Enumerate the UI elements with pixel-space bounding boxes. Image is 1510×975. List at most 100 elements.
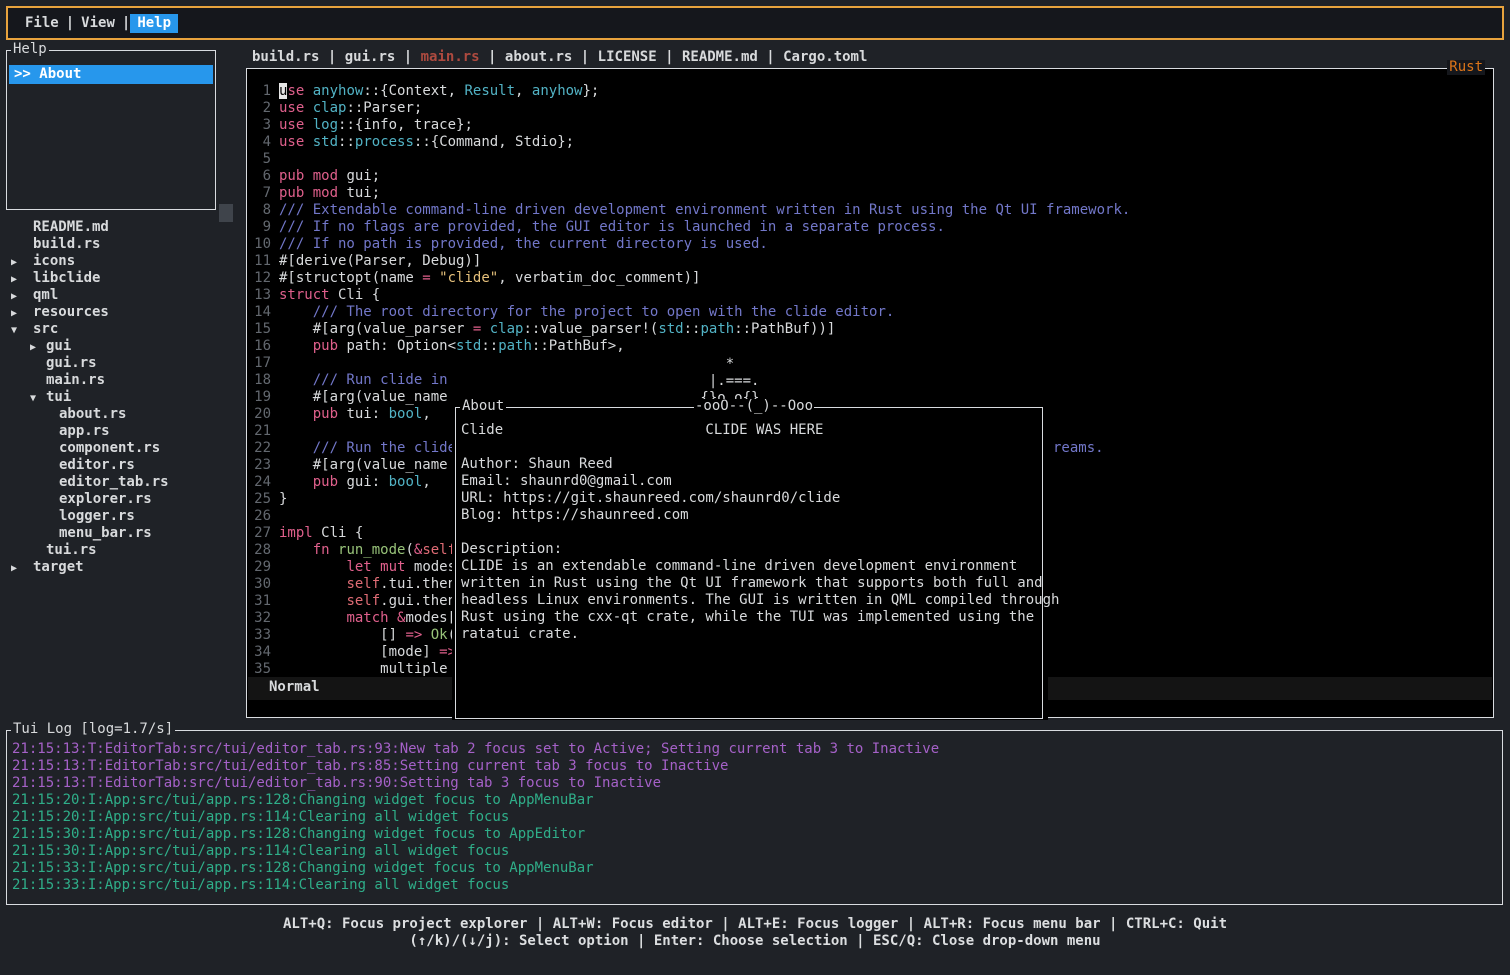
tree-item-src[interactable]: ▼src xyxy=(0,321,240,338)
tree-item-component-rs[interactable]: component.rs xyxy=(0,440,240,457)
tab-main-rs[interactable]: main.rs xyxy=(421,49,480,65)
tab-about-rs[interactable]: about.rs xyxy=(505,49,572,65)
tree-item-label: gui xyxy=(46,338,71,355)
log-entry: 21:15:30:I:App:src/tui/app.rs:128:Changi… xyxy=(12,826,1492,843)
log-entry: 21:15:13:T:EditorTab:src/tui/editor_tab.… xyxy=(12,741,1492,758)
code-line: 16 pub path: Option<std::path::PathBuf>, xyxy=(247,338,1493,355)
tree-item-main-rs[interactable]: main.rs xyxy=(0,372,240,389)
explorer-scrollbar-thumb[interactable] xyxy=(219,204,233,222)
about-dialog-content: Clide CLIDE WAS HEREAuthor: Shaun ReedEm… xyxy=(461,422,1037,643)
tree-item-label: component.rs xyxy=(59,440,160,457)
line-number: 20 xyxy=(251,406,271,423)
help-menu-item-about[interactable]: >> About xyxy=(9,65,213,84)
log-entry: 21:15:13:T:EditorTab:src/tui/editor_tab.… xyxy=(12,775,1492,792)
about-dialog-box: About -ooO--(_)--Ooo Clide CLIDE WAS HER… xyxy=(455,407,1043,719)
ascii-border-art: -ooO--(_)--Ooo xyxy=(694,399,814,414)
chevron-right-icon[interactable]: ▶ xyxy=(11,560,17,577)
tree-item-explorer-rs[interactable]: explorer.rs xyxy=(0,491,240,508)
chevron-down-icon[interactable]: ▼ xyxy=(30,390,36,407)
tab-license[interactable]: LICENSE xyxy=(598,49,657,65)
project-explorer[interactable]: README.mdbuild.rs▶icons▶libclide▶qml▶res… xyxy=(0,219,240,719)
code-line: 7pub mod tui; xyxy=(247,185,1493,202)
about-text-line: ratatui crate. xyxy=(461,626,1037,643)
line-number: 32 xyxy=(251,610,271,627)
code-line: 2use clap::Parser; xyxy=(247,100,1493,117)
code-line: 11#[derive(Parser, Debug)] xyxy=(247,253,1493,270)
tab-separator: | xyxy=(319,49,344,65)
chevron-right-icon[interactable]: ▶ xyxy=(30,339,36,356)
menu-separator: | xyxy=(122,15,130,32)
tree-item-logger-rs[interactable]: logger.rs xyxy=(0,508,240,525)
editor-mode: Normal xyxy=(269,679,320,695)
menu-bar-items: File | View | Help xyxy=(18,14,178,33)
menu-separator: | xyxy=(66,15,74,32)
tree-item-build-rs[interactable]: build.rs xyxy=(0,236,240,253)
code-line: 14 /// The root directory for the projec… xyxy=(247,304,1493,321)
code-line: 12#[structopt(name = "clide", verbatim_d… xyxy=(247,270,1493,287)
line-number: 5 xyxy=(251,151,271,168)
tab-readme-md[interactable]: README.md xyxy=(682,49,758,65)
tree-item-menu-bar-rs[interactable]: menu_bar.rs xyxy=(0,525,240,542)
line-number: 3 xyxy=(251,117,271,134)
tree-item-editor-tab-rs[interactable]: editor_tab.rs xyxy=(0,474,240,491)
chevron-right-icon[interactable]: ▶ xyxy=(11,305,17,322)
code-line: 5 xyxy=(247,151,1493,168)
menu-file[interactable]: File xyxy=(18,14,66,33)
line-number: 14 xyxy=(251,304,271,321)
about-text-line xyxy=(461,524,1037,541)
chevron-down-icon[interactable]: ▼ xyxy=(11,322,17,339)
menu-view[interactable]: View xyxy=(74,14,122,33)
tree-item-tui-rs[interactable]: tui.rs xyxy=(0,542,240,559)
line-number: 30 xyxy=(251,576,271,593)
log-entry: 21:15:20:I:App:src/tui/app.rs:128:Changi… xyxy=(12,792,1492,809)
language-badge: Rust xyxy=(1447,60,1485,75)
tree-item-label: resources xyxy=(33,304,109,321)
line-number: 35 xyxy=(251,661,271,678)
line-number: 33 xyxy=(251,627,271,644)
tree-item-gui[interactable]: ▶ gui xyxy=(0,338,240,355)
tab-gui-rs[interactable]: gui.rs xyxy=(345,49,396,65)
line-number: 13 xyxy=(251,287,271,304)
tree-item-about-rs[interactable]: about.rs xyxy=(0,406,240,423)
code-line: 3use log::{info, trace}; xyxy=(247,117,1493,134)
about-text-line: Author: Shaun Reed xyxy=(461,456,1037,473)
editor-tabs: build.rs | gui.rs | main.rs | about.rs |… xyxy=(252,49,867,66)
tree-item-gui-rs[interactable]: gui.rs xyxy=(0,355,240,372)
code-line: 9/// If no flags are provided, the GUI e… xyxy=(247,219,1493,236)
about-text-line: written in Rust using the Qt UI framewor… xyxy=(461,575,1037,592)
tree-item-libclide[interactable]: ▶libclide xyxy=(0,270,240,287)
about-text-line: Description: xyxy=(461,541,1037,558)
tree-item-editor-rs[interactable]: editor.rs xyxy=(0,457,240,474)
line-number: 18 xyxy=(251,372,271,389)
tree-item-resources[interactable]: ▶ resources xyxy=(0,304,240,321)
tui-log-entries: 21:15:13:T:EditorTab:src/tui/editor_tab.… xyxy=(12,741,1492,894)
chevron-right-icon[interactable]: ▶ xyxy=(11,288,17,305)
line-number: 10 xyxy=(251,236,271,253)
tree-item-readme-md[interactable]: README.md xyxy=(0,219,240,236)
code-fragment: reams. xyxy=(1053,440,1104,457)
tree-item-label: main.rs xyxy=(46,372,105,389)
about-dialog-title: About xyxy=(460,399,506,414)
tab-cargo-toml[interactable]: Cargo.toml xyxy=(783,49,867,65)
tree-item-app-rs[interactable]: app.rs xyxy=(0,423,240,440)
about-popup: * |.===. {}o o{} About -ooO--(_)--Ooo Cl… xyxy=(452,355,1048,720)
tree-item-label: target xyxy=(33,559,84,576)
tree-item-icons[interactable]: ▶icons xyxy=(0,253,240,270)
tui-log-title: Tui Log [log=1.7/s] xyxy=(11,722,175,737)
menu-help[interactable]: Help xyxy=(130,14,178,33)
code-line: 15 #[arg(value_parser = clap::value_pars… xyxy=(247,321,1493,338)
tree-item-label: about.rs xyxy=(59,406,126,423)
line-number: 21 xyxy=(251,423,271,440)
chevron-right-icon[interactable]: ▶ xyxy=(11,271,17,288)
line-number: 9 xyxy=(251,219,271,236)
tree-item-tui[interactable]: ▼tui xyxy=(0,389,240,406)
tree-item-target[interactable]: ▶ target xyxy=(0,559,240,576)
tree-item-label: logger.rs xyxy=(59,508,135,525)
chevron-right-icon[interactable]: ▶ xyxy=(11,254,17,271)
log-entry: 21:15:33:I:App:src/tui/app.rs:128:Changi… xyxy=(12,860,1492,877)
help-dropdown-panel: Help >> About xyxy=(6,50,216,210)
tree-item-qml[interactable]: ▶qml xyxy=(0,287,240,304)
tree-item-label: editor.rs xyxy=(59,457,135,474)
tab-build-rs[interactable]: build.rs xyxy=(252,49,319,65)
code-line: 13struct Cli { xyxy=(247,287,1493,304)
